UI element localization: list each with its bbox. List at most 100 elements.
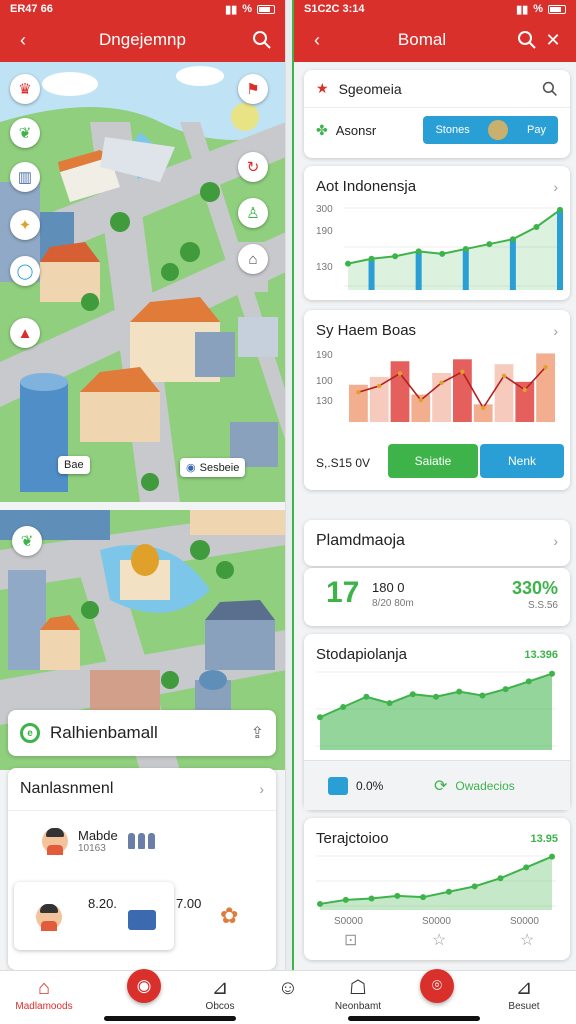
saiatie-button[interactable]: Saiatie [388,444,478,478]
left-pane: ER47 66 ▮▮ % ‹ Dngejemnp ♛ ❦ ▥ ✦ ◯ ▲ ⚑ ↻… [0,0,286,970]
center-action-button-left[interactable]: ◉ [127,969,161,1003]
management-row-value-2: 7.00 [176,896,202,911]
map-pin-refresh[interactable]: ↻ [238,152,268,182]
map-label-small[interactable]: Bae [58,456,90,474]
status-bar: S1C2C 3:14 ▮▮ % [294,0,576,18]
map-pin-ring[interactable]: ◯ [10,256,40,286]
nav-home-label: Madlamoods [15,1001,73,1012]
share-icon[interactable]: ⇪ [251,723,264,743]
signal-icon: ▮▮ [225,3,238,16]
stats-card[interactable]: 17 180 0 8/20 80m 330% S.S.56 [304,568,570,626]
filter-chip-1[interactable]: Stones [435,124,469,136]
map-pin-drop[interactable]: ▲ [10,318,40,348]
location-card[interactable]: e Ralhienbamall ⇪ [8,710,276,756]
data-bar [369,376,389,422]
data-point [317,900,323,907]
data-point [543,364,548,370]
nav-smile[interactable]: ☺ [248,975,328,1001]
city-map[interactable]: ♛ ❦ ▥ ✦ ◯ ▲ ⚑ ↻ ♙ ⌂ Bae ◉ Sesbeie [0,62,285,502]
nav-neonbamt[interactable]: ☖ Neonbamt [318,975,398,1012]
flag-icon: ⚑ [246,81,260,98]
data-point [557,206,563,213]
chart-2-tick-2: 130 [316,396,333,407]
data-point [377,383,382,389]
map-pin-house[interactable]: ⌂ [238,244,268,274]
map-pin-torch[interactable]: ✦ [10,210,40,240]
chevron-right-icon: › [553,533,558,549]
map-pin-green[interactable]: ❦ [10,118,40,148]
chart-2-amount: S,.S15 0V [316,456,371,470]
search-button[interactable] [249,27,275,53]
map-pin-walk[interactable]: ♙ [238,198,268,228]
chart-card-4[interactable]: Terajctoioo 13.95 S0000 S0000 S0000 ⊡ ☆ … [304,818,570,960]
data-point [462,245,469,252]
back-button[interactable]: ‹ [10,27,36,53]
search-row[interactable]: ★ Sgeomeia [304,70,570,108]
chart-card-2[interactable]: Sy Haem Boas › 190 100 130 S,.S15 0V Sai… [304,310,570,490]
house-icon: ⌂ [248,250,258,268]
data-point [481,405,486,411]
data-point [392,253,399,260]
map-pin-tower[interactable]: ▥ [10,162,40,192]
chart-2-tick-1: 100 [316,376,333,387]
nenk-button[interactable]: Nenk [480,444,564,478]
management-title: Nanlasnmenl [20,780,114,797]
nav-besuet-label: Besuet [508,1001,540,1012]
top-app-bar: ‹ Dngejemnp [0,18,285,62]
person-icon [137,833,145,849]
management-header[interactable]: Nanlasnmenl › [8,768,276,811]
map-pin-leaf[interactable]: ❦ [12,526,42,556]
chevron-right-icon: › [553,178,558,195]
crown-icon: ♛ [18,81,32,98]
data-bar [368,258,375,290]
place-icon: ◉ [186,462,196,474]
data-point [533,223,540,230]
battery-icon [548,4,566,14]
data-point [394,892,401,899]
search-button[interactable] [514,27,540,53]
data-bar [432,373,451,422]
nav-home[interactable]: ⌂ Madlamoods [4,975,84,1012]
filter-chip-2[interactable]: Pay [527,124,546,136]
refresh-icon[interactable]: ⟳ [434,776,447,796]
toggle-knob [488,120,509,140]
chart-card-3[interactable]: Stodapiolanja 13.396 0.0% ⟳ Owadecios [304,634,570,810]
data-point [471,883,478,890]
chart-3-footer-2[interactable]: Owadecios [455,779,514,793]
data-point [460,369,465,375]
map-pin-flag[interactable]: ⚑ [238,74,268,104]
chart-4-title: Terajctoioo [316,830,389,847]
chart-card-1-header[interactable]: Aot Indonensja › [304,166,570,199]
section-card[interactable]: Plamdmaoja › [304,520,570,566]
chart-4-x-2: S0000 [510,916,539,927]
search-card[interactable]: ★ Sgeomeia ✤ Asonsr Stones Pay [304,70,570,158]
chart-card-4-header[interactable]: Terajctoioo 13.95 [304,818,570,851]
chart-card-1[interactable]: Aot Indonensja › 300 190 130 [304,166,570,300]
home-indicator-right [348,1016,480,1021]
chart-card-3-header[interactable]: Stodapiolanja 13.396 [304,634,570,667]
management-subcard[interactable]: 8.20. [14,882,174,950]
data-point [549,670,555,677]
chart-card-2-header[interactable]: Sy Haem Boas › [304,310,570,343]
chart-3-footer-1: 0.0% [356,778,384,793]
tools-icon: ✕ [545,29,561,50]
nav-besuet[interactable]: ⊿ Besuet [484,975,564,1012]
data-point [386,700,393,707]
map-pin-crown[interactable]: ♛ [10,74,40,104]
chart-4-x-1: S0000 [422,916,451,927]
data-point [439,250,446,257]
star-outline-icon: ☆ [432,932,447,949]
filter-toggle[interactable]: Stones Pay [423,116,558,144]
star-icon: ★ [316,80,329,96]
map-label-place[interactable]: ◉ Sesbeie [180,458,246,477]
center-action-button-right[interactable]: ⌾ [420,969,454,1003]
management-row-2[interactable]: 7.00 [176,896,201,911]
back-button[interactable]: ‹ [304,27,330,53]
search-icon[interactable] [542,81,558,97]
tools-button[interactable]: ✕ [540,27,566,53]
stat-mid-sub: 8/20 80m [372,598,414,609]
section-header[interactable]: Plamdmaoja › [304,520,570,554]
avatar [36,904,62,931]
management-row[interactable]: Mabde 10163 [42,828,155,855]
nav-neonbamt-label: Neonbamt [334,1001,382,1012]
